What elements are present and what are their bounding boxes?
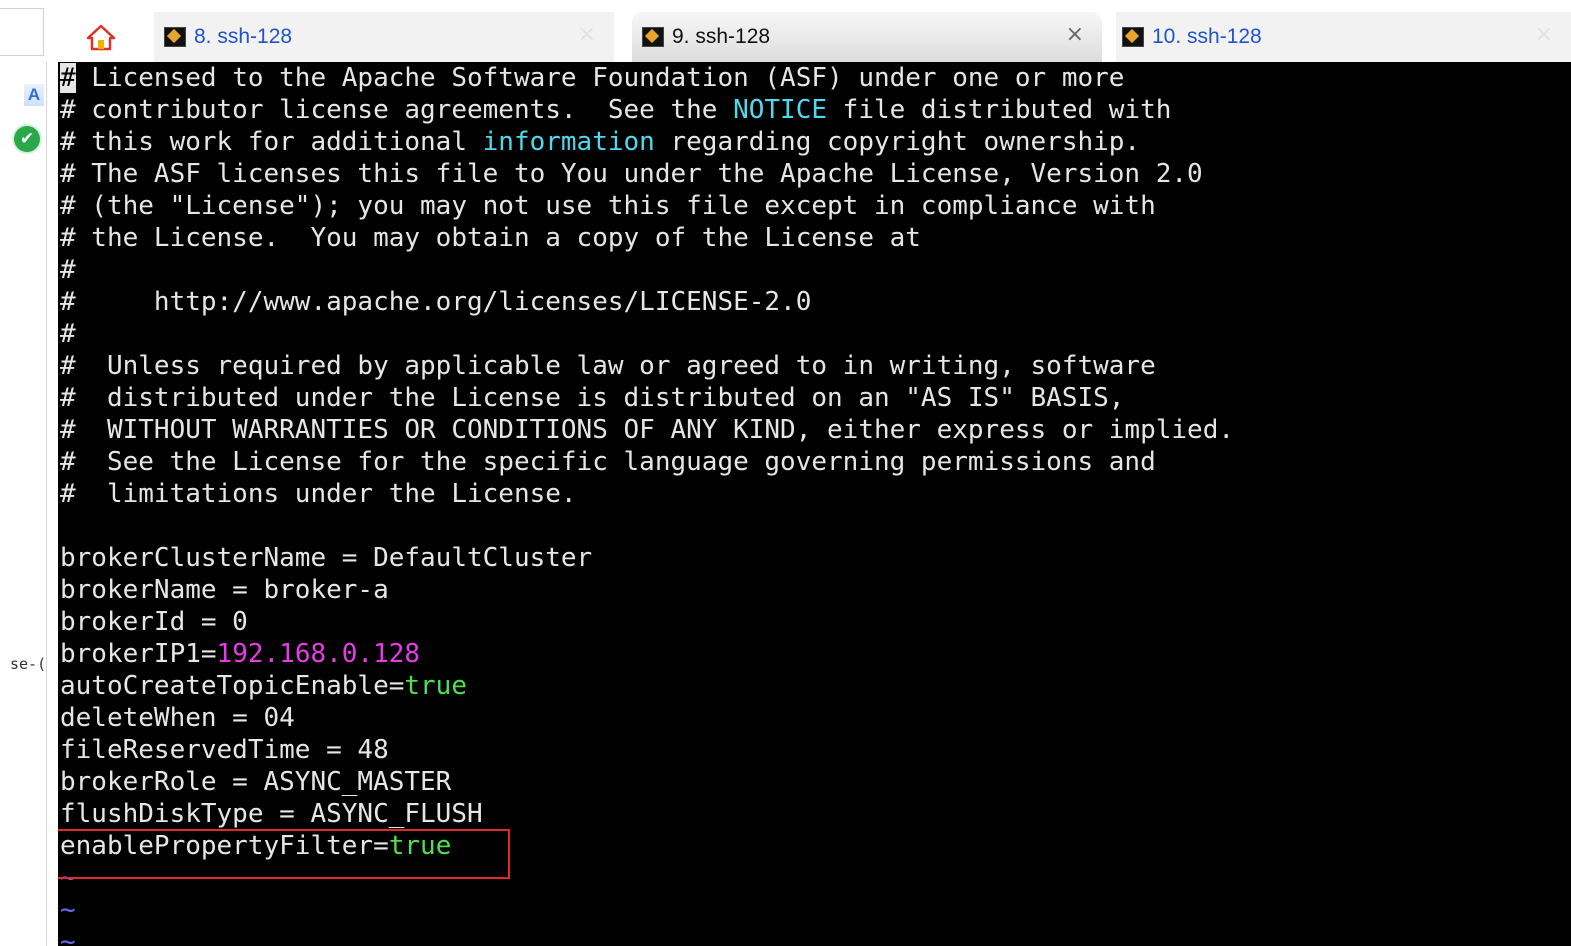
- terminal-text-segment: brokerIP1=: [60, 639, 217, 669]
- terminal-text-segment: file distributed with: [827, 95, 1172, 125]
- terminal-window[interactable]: # Licensed to the Apache Software Founda…: [58, 62, 1571, 946]
- terminal-line: brokerName = broker-a: [60, 574, 1234, 606]
- terminal-text-segment: fileReservedTime = 48: [60, 735, 389, 765]
- terminal-text: # Licensed to the Apache Software Founda…: [60, 62, 1234, 946]
- terminal-text-segment: enablePropertyFilter=: [60, 831, 389, 861]
- tab-label: 10. ssh-128: [1152, 25, 1262, 48]
- terminal-line: #: [60, 318, 1234, 350]
- terminal-line: # http://www.apache.org/licenses/LICENSE…: [60, 286, 1234, 318]
- terminal-line: flushDiskType = ASYNC_FLUSH: [60, 798, 1234, 830]
- terminal-line: # Licensed to the Apache Software Founda…: [60, 62, 1234, 94]
- terminal-text-segment: autoCreateTopicEnable=: [60, 671, 405, 701]
- terminal-line: brokerIP1=192.168.0.128: [60, 638, 1234, 670]
- terminal-text-segment: ~: [60, 863, 76, 893]
- close-icon[interactable]: ×: [1535, 22, 1553, 47]
- terminal-text-segment: ~: [60, 895, 76, 925]
- terminal-tab-icon: [164, 27, 186, 47]
- terminal-text-segment: # The ASF licenses this file to You unde…: [60, 159, 1203, 189]
- terminal-text-segment: # WITHOUT WARRANTIES OR CONDITIONS OF AN…: [60, 415, 1234, 445]
- terminal-text-segment: # distributed under the License is distr…: [60, 383, 1125, 413]
- tab-ssh-8[interactable]: 8. ssh-128 ×: [154, 12, 614, 62]
- terminal-text-segment: #: [60, 319, 76, 349]
- left-panel-divider: [46, 62, 47, 946]
- close-icon[interactable]: ×: [1066, 22, 1084, 47]
- font-icon[interactable]: A: [24, 84, 44, 106]
- left-panel-box: [0, 8, 44, 56]
- tab-bar: 8. ssh-128 × 9. ssh-128 × 10. ssh-128 ×: [58, 12, 1571, 62]
- truncated-side-text: se-(: [10, 655, 47, 673]
- terminal-text-segment: brokerClusterName = DefaultCluster: [60, 543, 593, 573]
- terminal-text-segment: flushDiskType = ASYNC_FLUSH: [60, 799, 483, 829]
- terminal-text-segment: true: [404, 671, 467, 701]
- home-tab[interactable]: [58, 12, 144, 62]
- text-cursor: #: [60, 63, 76, 93]
- terminal-text-segment: brokerName = broker-a: [60, 575, 389, 605]
- close-icon[interactable]: ×: [578, 22, 596, 47]
- terminal-text-segment: # http://www.apache.org/licenses/LICENSE…: [60, 287, 812, 317]
- terminal-line: # distributed under the License is distr…: [60, 382, 1234, 414]
- terminal-line: # See the License for the specific langu…: [60, 446, 1234, 478]
- terminal-line: deleteWhen = 04: [60, 702, 1234, 734]
- terminal-line: # this work for additional information r…: [60, 126, 1234, 158]
- terminal-text-segment: # the License. You may obtain a copy of …: [60, 223, 921, 253]
- terminal-text-segment: # Unless required by applicable law or a…: [60, 351, 1156, 381]
- terminal-text-segment: #: [60, 255, 76, 285]
- terminal-text-segment: information: [482, 127, 655, 157]
- tab-ssh-9[interactable]: 9. ssh-128 ×: [632, 12, 1102, 62]
- terminal-line: fileReservedTime = 48: [60, 734, 1234, 766]
- terminal-line: ~: [60, 926, 1234, 946]
- terminal-line: # WITHOUT WARRANTIES OR CONDITIONS OF AN…: [60, 414, 1234, 446]
- terminal-line: brokerRole = ASYNC_MASTER: [60, 766, 1234, 798]
- terminal-line: ~: [60, 862, 1234, 894]
- terminal-text-segment: # (the "License"); you may not use this …: [60, 191, 1156, 221]
- terminal-line: # (the "License"); you may not use this …: [60, 190, 1234, 222]
- tab-ssh-10[interactable]: 10. ssh-128 ×: [1116, 12, 1571, 62]
- terminal-tab-icon: [642, 27, 664, 47]
- left-panel: A ✔ se-(: [0, 0, 58, 946]
- terminal-text-segment: # See the License for the specific langu…: [60, 447, 1156, 477]
- terminal-text-segment: 192.168.0.128: [216, 639, 421, 669]
- terminal-text-segment: deleteWhen = 04: [60, 703, 295, 733]
- terminal-line: brokerClusterName = DefaultCluster: [60, 542, 1234, 574]
- terminal-line: # Unless required by applicable law or a…: [60, 350, 1234, 382]
- tab-label: 9. ssh-128: [672, 25, 771, 48]
- terminal-text-segment: regarding copyright ownership.: [654, 127, 1141, 157]
- terminal-text-segment: brokerId = 0: [60, 607, 248, 637]
- terminal-line: # the License. You may obtain a copy of …: [60, 222, 1234, 254]
- tab-label: 8. ssh-128: [194, 25, 293, 48]
- terminal-text-segment: # this work for additional: [60, 127, 483, 157]
- terminal-text-segment: # contributor license agreements. See th…: [60, 95, 734, 125]
- terminal-line: # limitations under the License.: [60, 478, 1234, 510]
- terminal-text-segment: # limitations under the License.: [60, 479, 577, 509]
- terminal-line: ~: [60, 894, 1234, 926]
- home-icon: [86, 24, 116, 51]
- terminal-text-segment: Licensed to the Apache Software Foundati…: [75, 63, 1125, 93]
- terminal-line: #: [60, 254, 1234, 286]
- terminal-line: # The ASF licenses this file to You unde…: [60, 158, 1234, 190]
- terminal-tab-icon: [1122, 27, 1144, 47]
- terminal-text-segment: brokerRole = ASYNC_MASTER: [60, 767, 452, 797]
- terminal-text-segment: true: [388, 831, 452, 861]
- terminal-text-segment: ~: [60, 927, 76, 946]
- terminal-line: enablePropertyFilter=true: [60, 830, 1234, 862]
- terminal-text-segment: NOTICE: [733, 95, 828, 125]
- terminal-line: # contributor license agreements. See th…: [60, 94, 1234, 126]
- check-icon[interactable]: ✔: [14, 126, 40, 152]
- terminal-line: autoCreateTopicEnable=true: [60, 670, 1234, 702]
- terminal-line: brokerId = 0: [60, 606, 1234, 638]
